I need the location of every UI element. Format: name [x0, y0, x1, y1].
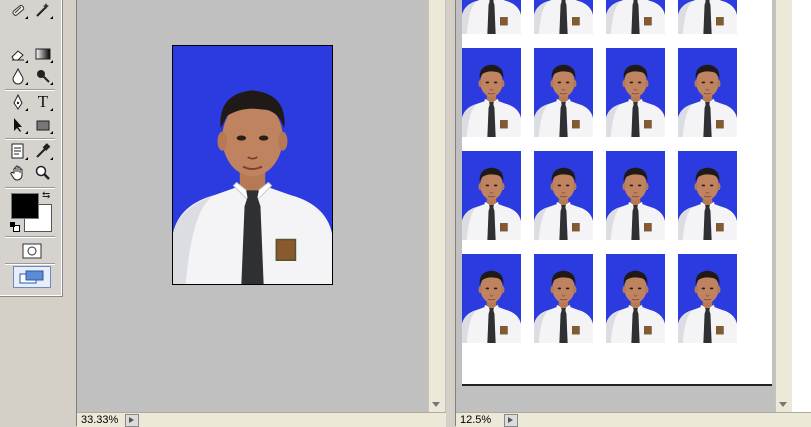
pen-icon[interactable]	[7, 92, 29, 112]
zoom-level[interactable]: 12.5%	[456, 414, 502, 426]
sheet-photo	[606, 151, 665, 240]
sheet-photo	[534, 254, 593, 343]
foreground-color-swatch[interactable]	[11, 193, 39, 219]
sheet-photo	[534, 0, 593, 34]
sheet-photo	[534, 48, 593, 137]
toolbox-divider	[5, 236, 55, 238]
vertical-scrollbar[interactable]	[775, 0, 792, 414]
sheet-photo	[678, 0, 737, 34]
print-sheet	[462, 0, 772, 386]
window-frame	[448, 0, 456, 426]
sheet-photo	[462, 254, 521, 343]
canvas-area	[456, 0, 775, 414]
eraser-icon[interactable]	[7, 44, 29, 64]
toolbox-divider	[5, 263, 55, 265]
sheet-photo	[606, 48, 665, 137]
eyedropper-icon[interactable]	[32, 141, 54, 161]
quick-mask-icon[interactable]	[21, 242, 43, 260]
document-window-sheet: 12.5%	[448, 0, 811, 427]
sheet-photo	[462, 48, 521, 137]
document-window-single: 33.33%	[68, 0, 446, 427]
sheet-photo	[462, 0, 521, 34]
notes-icon[interactable]	[7, 141, 29, 161]
sheet-photo	[678, 48, 737, 137]
vertical-scrollbar[interactable]	[428, 0, 445, 414]
status-bar: 12.5%	[456, 412, 811, 427]
zoom-level[interactable]: 33.33%	[77, 414, 123, 426]
blur-icon[interactable]	[7, 66, 29, 86]
sheet-photo	[678, 151, 737, 240]
type-icon[interactable]: T	[32, 92, 54, 112]
sheet-photo	[678, 254, 737, 343]
sheet-photo	[606, 0, 665, 34]
toolbox-panel: T ⇆	[0, 0, 63, 297]
window-frame	[68, 0, 77, 426]
burn-icon[interactable]	[32, 66, 54, 86]
magic-brush-icon[interactable]	[32, 0, 54, 20]
gradient-icon[interactable]	[32, 44, 54, 64]
hand-icon[interactable]	[7, 163, 29, 183]
screen-mode-icon[interactable]	[13, 266, 51, 288]
status-bar: 33.33%	[77, 412, 446, 427]
toolbox-divider	[5, 187, 55, 189]
status-menu-arrow-icon[interactable]	[504, 413, 518, 427]
canvas-area	[77, 0, 428, 414]
passport-photo[interactable]	[172, 45, 333, 285]
rectangle-shape-icon[interactable]	[32, 115, 54, 135]
default-colors-icon[interactable]	[10, 222, 20, 232]
toolbox-divider	[5, 138, 55, 140]
path-select-icon[interactable]	[7, 115, 29, 135]
right-margin	[792, 0, 811, 414]
scroll-down-icon[interactable]	[779, 402, 787, 407]
sheet-photo	[606, 254, 665, 343]
sheet-photo	[462, 151, 521, 240]
scroll-down-icon[interactable]	[432, 402, 440, 407]
sheet-photo	[534, 151, 593, 240]
zoom-icon[interactable]	[32, 163, 54, 183]
swap-colors-icon[interactable]: ⇆	[42, 190, 50, 201]
status-menu-arrow-icon[interactable]	[125, 413, 139, 427]
healing-brush-icon[interactable]	[7, 0, 29, 20]
toolbox-divider	[5, 89, 55, 91]
